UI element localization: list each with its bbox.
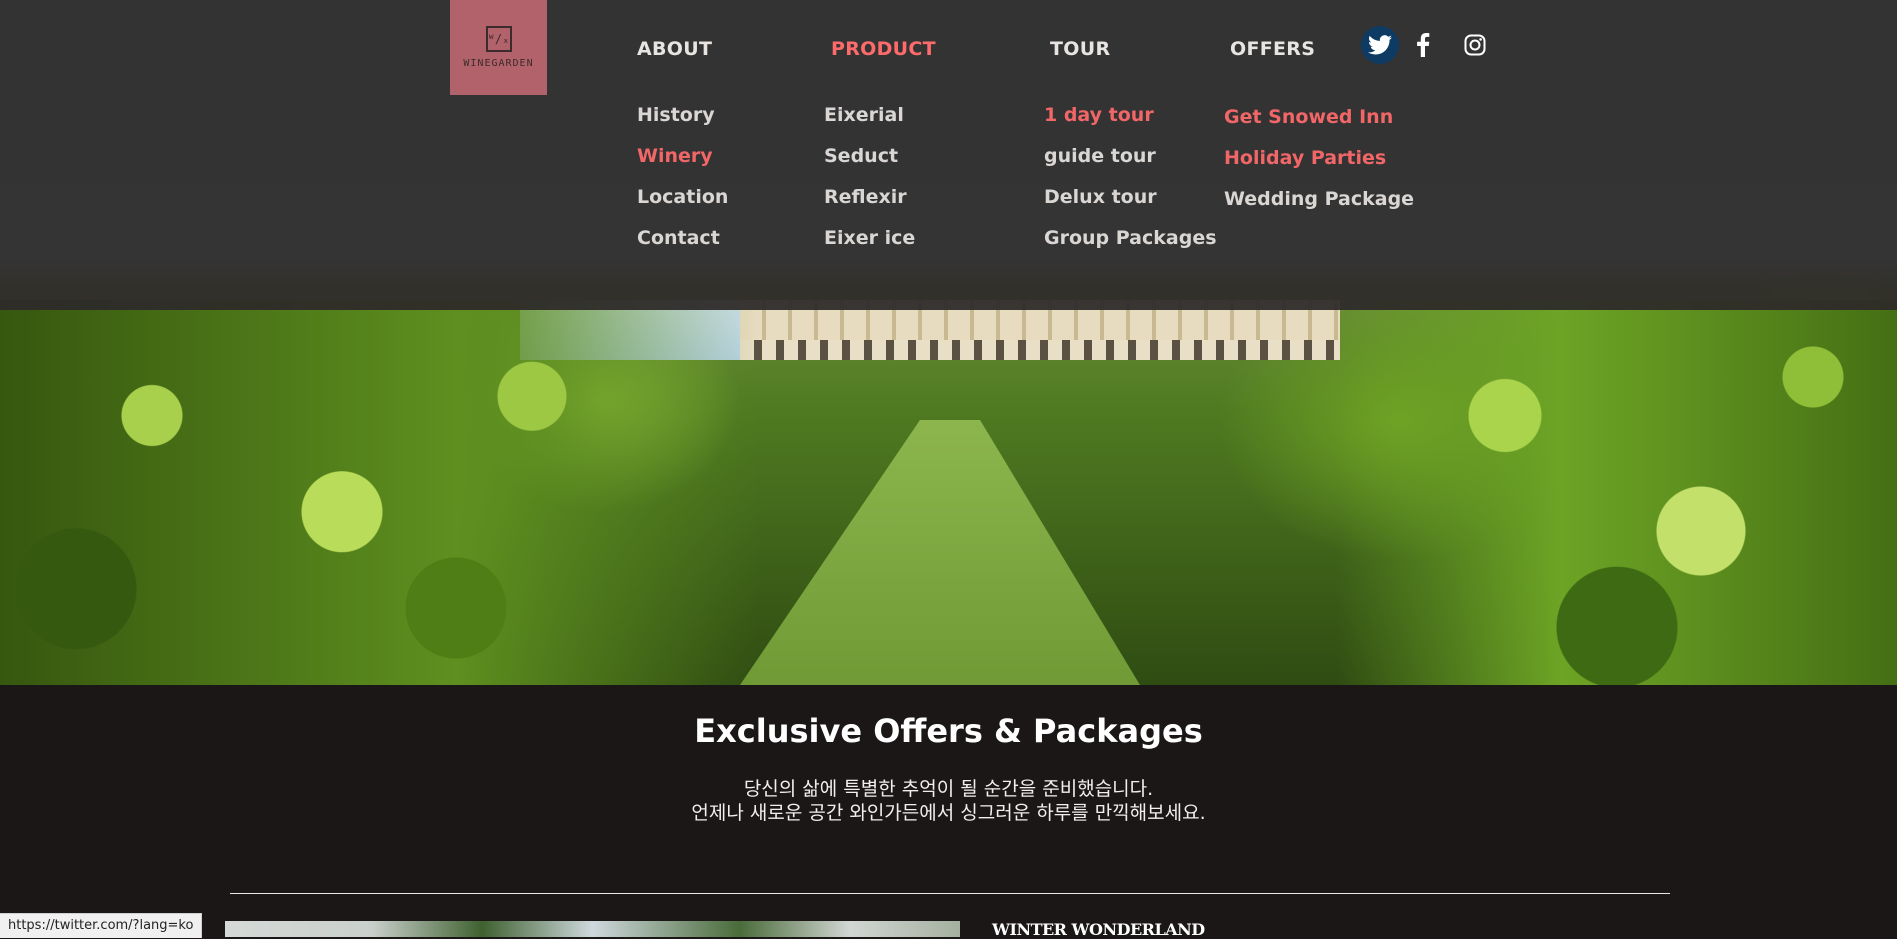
status-bar-url: https://twitter.com/?lang=ko [0, 913, 203, 938]
submenu-reflexir[interactable]: Reflexir [824, 186, 907, 208]
header-mega-menu: ᵂ/ₓ WINEGARDEN ABOUT PRODUCT TOUR OFFERS… [0, 0, 1897, 310]
submenu-eixer-ice[interactable]: Eixer ice [824, 227, 915, 249]
submenu-location[interactable]: Location [637, 186, 728, 208]
logo[interactable]: ᵂ/ₓ WINEGARDEN [450, 0, 547, 95]
submenu-seduct[interactable]: Seduct [824, 145, 898, 167]
section-title: Exclusive Offers & Packages [694, 712, 1203, 750]
nav-product[interactable]: PRODUCT [831, 38, 936, 60]
instagram-icon[interactable] [1456, 26, 1494, 64]
section-divider [230, 893, 1670, 894]
section-subtitle-line1: 당신의 삶에 특별한 추억이 될 순간을 준비했습니다. [743, 778, 1154, 800]
nav-tour[interactable]: TOUR [1050, 38, 1110, 60]
logo-mark-icon: ᵂ/ₓ [485, 26, 512, 52]
section-subtitle-line2: 언제나 새로운 공간 와인가든에서 싱그러운 하루를 만끽해보세요. [691, 802, 1206, 824]
submenu-holiday-parties[interactable]: Holiday Parties [1224, 147, 1386, 169]
submenu-1-day-tour[interactable]: 1 day tour [1044, 104, 1154, 126]
submenu-group-packages[interactable]: Group Packages [1044, 227, 1217, 249]
submenu-history[interactable]: History [637, 104, 715, 126]
submenu-eixerial[interactable]: Eixerial [824, 104, 904, 126]
twitter-icon[interactable] [1361, 26, 1399, 64]
submenu-wedding-package[interactable]: Wedding Package [1224, 188, 1414, 210]
submenu-guide-tour[interactable]: guide tour [1044, 145, 1156, 167]
offer-card-title[interactable]: WINTER WONDERLAND [992, 920, 1205, 939]
nav-about[interactable]: ABOUT [637, 38, 712, 60]
offer-card-image[interactable] [225, 921, 960, 937]
submenu-get-snowed-inn[interactable]: Get Snowed Inn [1224, 106, 1393, 128]
facebook-icon[interactable] [1404, 26, 1442, 64]
submenu-delux-tour[interactable]: Delux tour [1044, 186, 1157, 208]
nav-offers[interactable]: OFFERS [1230, 38, 1315, 60]
logo-text: WINEGARDEN [463, 58, 534, 69]
submenu-contact[interactable]: Contact [637, 227, 720, 249]
submenu-winery[interactable]: Winery [637, 145, 713, 167]
